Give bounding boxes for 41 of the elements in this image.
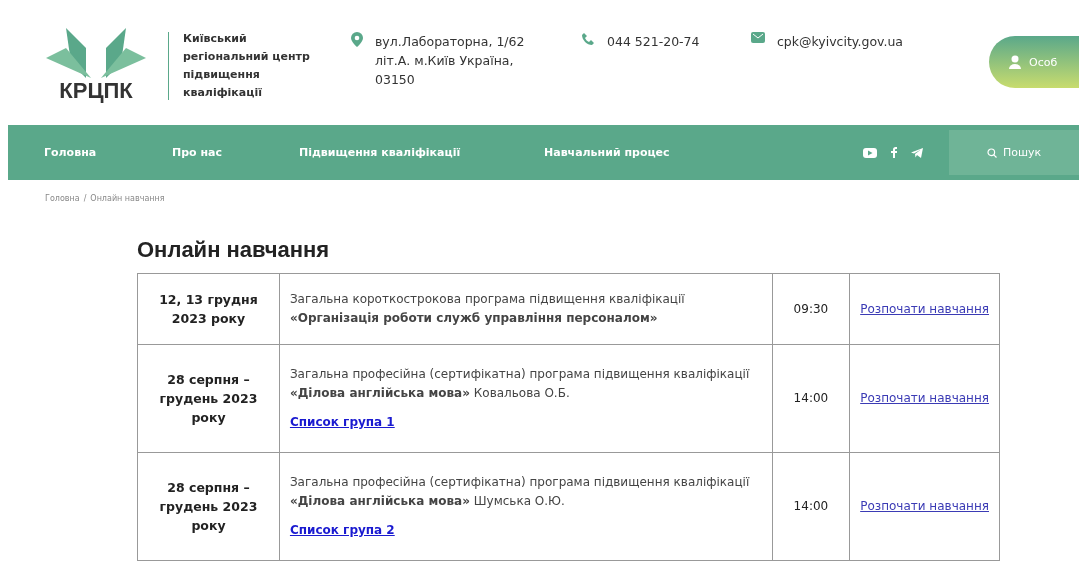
search-icon (986, 147, 997, 158)
nav-link[interactable]: Головна (8, 146, 136, 159)
phone-icon (581, 32, 595, 46)
breadcrumb-item[interactable]: Головна (45, 194, 80, 203)
date-cell: 28 серпня – грудень 2023 року (137, 452, 280, 561)
organization-name: Київський регіональний центр підвищення кваліфікації (183, 31, 311, 101)
logo-leaves-icon (46, 28, 146, 80)
paper-plane-icon[interactable] (911, 147, 923, 158)
phone-number: 044 521-20-74 (607, 33, 700, 51)
breadcrumb-item: Онлайн навчання (90, 194, 165, 203)
program-type: Загальна професійна (сертифікатна) програма підвищення кваліфікації (289, 474, 751, 491)
envelope-icon (751, 32, 765, 43)
date-cell: 12, 13 грудня 2023 року (137, 273, 280, 345)
time-cell: 09:30 (772, 273, 850, 345)
group-list-link[interactable]: Список група 1 (289, 413, 395, 432)
time-cell: 14:00 (772, 344, 850, 453)
program-title: «Організація роботи служб управління персоналом» (289, 310, 659, 327)
account-button[interactable]: Особ (989, 36, 1079, 88)
logo-text: КРЦПК (59, 78, 133, 104)
start-learning-link[interactable]: Розпочати навчання (860, 301, 989, 316)
search-button[interactable]: Пошук (949, 130, 1079, 175)
user-icon (1009, 55, 1021, 69)
program-title: «Ділова англійська мова» Шумська О.Ю. (289, 493, 566, 510)
address: вул.Лабораторна, 1/62 літ.А. м.Київ Україна, 03150 (375, 33, 525, 89)
email: cpk@kyivcity.gov.ua (777, 33, 903, 51)
group-list-link[interactable]: Список група 2 (289, 521, 395, 540)
nav-link[interactable]: Про нас (136, 146, 263, 159)
time-cell: 14:00 (772, 452, 850, 561)
start-learning-link[interactable]: Розпочати навчання (860, 499, 989, 513)
youtube-icon[interactable] (863, 147, 877, 158)
program-type: Загальна короткострокова програма підвищення кваліфікації (289, 291, 686, 308)
start-learning-link[interactable]: Розпочати навчання (860, 391, 989, 405)
page-title: Онлайн навчання (137, 237, 331, 263)
program-type: Загальна професійна (сертифікатна) програма підвищення кваліфікації (289, 366, 751, 383)
program-title: «Ділова англійська мова» Ковальова О.Б. (289, 385, 571, 402)
date-cell: 28 серпня – грудень 2023 року (137, 344, 280, 453)
location-pin-icon (351, 32, 363, 47)
nav-link[interactable]: Підвищення кваліфікації (263, 146, 508, 159)
facebook-icon[interactable] (891, 147, 897, 158)
nav-link[interactable]: Навчальний процес (508, 146, 708, 159)
breadcrumb-separator: / (83, 194, 87, 203)
